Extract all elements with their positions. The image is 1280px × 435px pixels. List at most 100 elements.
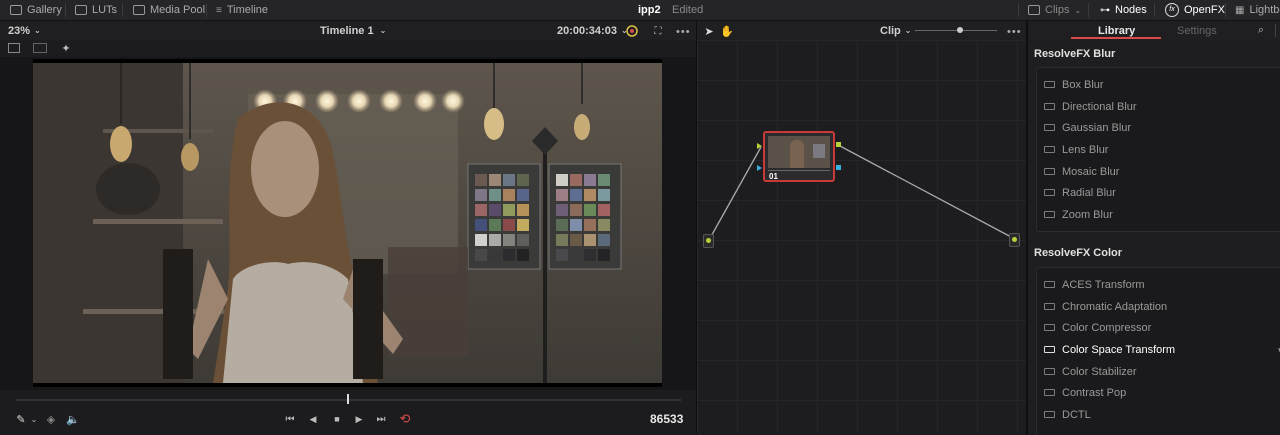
loop-icon[interactable]: ⟲ [397,411,413,427]
go-to-end-icon[interactable]: ⏭ [373,412,389,426]
effect-label: Chromatic Adaptation [1062,300,1168,313]
effect-label: Radial Blur [1062,186,1116,199]
play-reverse-icon[interactable]: ◀ [306,412,320,426]
clips-icon [1028,5,1040,15]
node-graph[interactable]: 01 [697,40,1026,434]
zoom-value: 23% [8,24,31,37]
nodes-button[interactable]: ⊶ Nodes [1100,0,1147,20]
layers-icon[interactable]: ◈ [44,412,58,426]
timeline-label: Timeline [226,4,269,16]
toolbar-divider [122,3,123,17]
project-status: Edited [672,4,704,16]
corrector-node-01[interactable]: 01 [763,131,835,182]
node-rgb-output[interactable] [836,142,841,147]
hand-icon[interactable]: ✋ [720,24,734,38]
lightbox-button[interactable]: ▦ Lightbo [1235,0,1280,20]
effect-contrast-pop[interactable]: Contrast Pop [1037,382,1280,403]
video-frame[interactable] [33,59,662,387]
effect-mosaic-blur[interactable]: Mosaic Blur [1037,161,1280,182]
node-key-output[interactable] [836,165,841,170]
toolbar-divider [1225,3,1226,17]
clips-button[interactable]: Clips ⌄ [1028,0,1081,20]
fx-icon [1044,281,1055,288]
openfx-library: ResolveFX Blur Box Blur Directional Blur… [1028,40,1280,435]
toolbar-divider [206,3,207,17]
effect-lens-blur[interactable]: Lens Blur [1037,139,1280,160]
toolbar-divider [1088,3,1089,17]
fx-icon [1044,411,1055,418]
effect-box-blur[interactable]: Box Blur [1037,74,1280,95]
video-image [33,59,662,387]
chevron-down-icon: ⌄ [34,26,41,35]
luts-button[interactable]: LUTs [75,0,117,20]
speaker-icon[interactable]: 🔈 [66,412,80,426]
effect-dctl[interactable]: DCTL [1037,404,1280,425]
play-icon[interactable]: ▶ [352,412,366,426]
chevron-down-icon[interactable]: ⌄ [30,414,38,424]
effect-label: DCTL [1062,408,1091,421]
fx-icon [1044,146,1055,153]
fx-icon [1044,368,1055,375]
clip-mode-dropdown[interactable]: Clip ⌄ [880,21,911,40]
effect-color-stabilizer[interactable]: Color Stabilizer [1037,361,1280,382]
node-zoom-slider[interactable] [915,30,997,31]
clip-mode-label: Clip [880,24,901,37]
clips-label: Clips [1045,4,1070,16]
search-icon[interactable]: ⌕ [1254,23,1268,37]
effect-radial-blur[interactable]: Radial Blur [1037,182,1280,203]
effect-label: Gaussian Blur [1062,121,1132,134]
split-viewer-icon[interactable] [33,43,47,53]
tab-settings[interactable]: Settings [1177,21,1217,40]
effect-label: Directional Blur [1062,100,1137,113]
openfx-button[interactable]: fx OpenFX [1165,0,1225,20]
header-divider [1275,24,1276,37]
color-wheel-icon[interactable] [625,24,639,38]
effect-zoom-blur[interactable]: Zoom Blur [1037,204,1280,225]
effect-label: Mosaic Blur [1062,165,1120,178]
fx-icon [1044,81,1055,88]
node-rgb-input[interactable] [757,143,762,149]
node-options-icon[interactable]: ••• [1007,26,1022,38]
gallery-icon [10,5,22,15]
timecode-display[interactable]: 20:00:34:03 ⌄ [557,21,628,40]
stop-icon[interactable]: ■ [330,412,344,426]
luts-label: LUTs [92,4,118,16]
openfx-label: OpenFX [1184,4,1225,16]
timeline-name: Timeline 1 [320,24,374,37]
effect-label: ACES Transform [1062,278,1145,291]
effect-label: Color Stabilizer [1062,365,1137,378]
eyedropper-icon[interactable]: ✎ [14,412,28,426]
gallery-button[interactable]: Gallery [10,0,62,20]
timeline-selector[interactable]: Timeline 1 ⌄ [320,21,386,40]
section-title-color: ResolveFX Color [1034,247,1123,259]
fx-icon [1044,346,1055,353]
node-zoom-slider-handle[interactable] [957,27,963,33]
zoom-dropdown[interactable]: 23% ⌄ [8,21,41,40]
playhead[interactable] [347,394,349,404]
node-key-input[interactable] [757,165,762,171]
media-pool-label: Media Pool [150,4,206,16]
media-pool-button[interactable]: Media Pool [133,0,205,20]
active-tab-indicator [1071,37,1161,39]
output-node[interactable] [1009,233,1020,247]
effect-label: Contrast Pop [1062,386,1127,399]
effect-gaussian-blur[interactable]: Gaussian Blur [1037,117,1280,138]
openfx-header: Library Settings ⌕ [1028,21,1280,41]
color-effects-list: ACES Transform Chromatic Adaptation Colo… [1036,267,1280,435]
pointer-icon[interactable]: ➤ [703,24,715,38]
effect-color-compressor[interactable]: Color Compressor [1037,317,1280,338]
single-viewer-icon[interactable] [8,43,20,53]
fx-icon: fx [1165,3,1179,17]
magic-wand-icon[interactable]: ✦ [59,41,73,55]
effect-aces-transform[interactable]: ACES Transform [1037,274,1280,295]
fullscreen-icon[interactable]: ⛶ [651,24,665,38]
source-input-node[interactable] [703,234,714,248]
timeline-button[interactable]: ≡ Timeline [216,0,268,20]
effect-chromatic-adaptation[interactable]: Chromatic Adaptation [1037,296,1280,317]
go-to-start-icon[interactable]: ⏮ [282,412,298,426]
viewer-options-icon[interactable]: ••• [676,26,691,38]
effect-color-space-transform[interactable]: Color Space Transform★ [1037,339,1280,360]
toolbar-divider [1154,3,1155,17]
lightbox-icon: ▦ [1235,4,1245,16]
effect-directional-blur[interactable]: Directional Blur [1037,96,1280,117]
